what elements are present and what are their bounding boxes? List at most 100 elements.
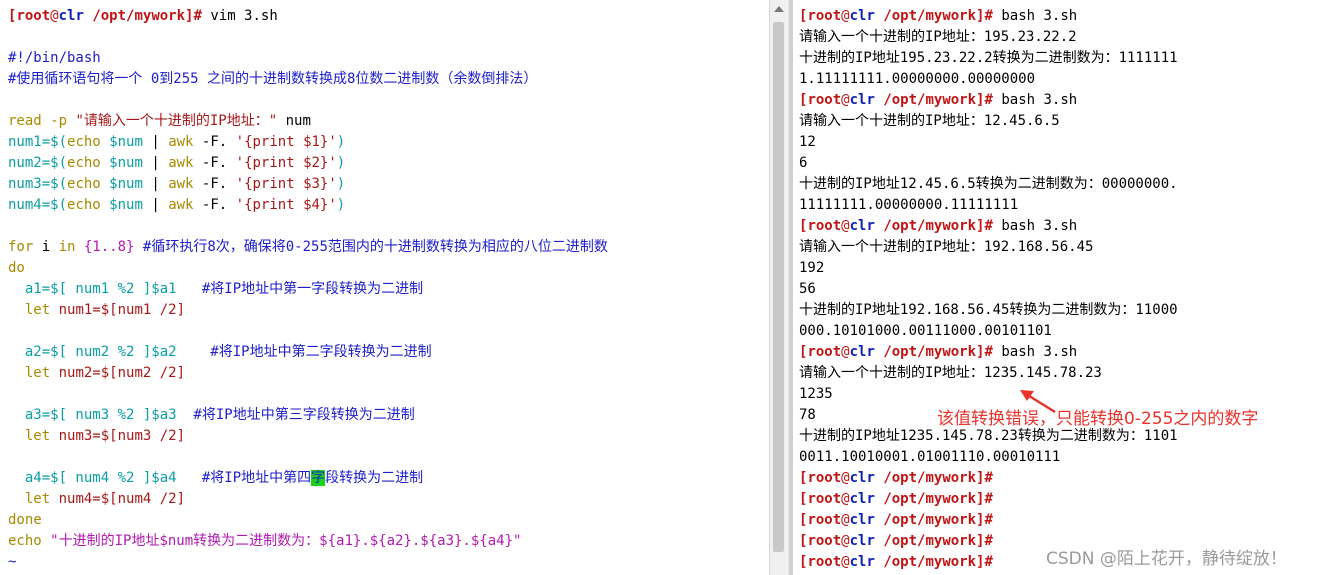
terminal-prompt-line: [root@clr /opt/mywork]# bash 3.sh: [799, 342, 1178, 363]
input-prompt-line: 请输入一个十进制的IP地址：192.168.56.45: [799, 239, 1094, 255]
code-done: done: [8, 512, 42, 528]
editor-pane[interactable]: [root@clr /opt/mywork]# vim 3.sh #!/bin/…: [0, 0, 769, 575]
prompt-close: ]#: [976, 218, 993, 234]
code-let-line: let num3=$[num3 /2]: [8, 428, 186, 444]
output-line: 1235: [799, 386, 833, 402]
prompt-at: @: [841, 512, 850, 528]
input-prompt-line: 请输入一个十进制的IP地址：12.45.6.5: [799, 113, 1060, 129]
vim-tilde: ~: [8, 554, 17, 570]
code-num-line: num2=$(echo $num | awk -F. '{print $2}'): [8, 155, 346, 171]
prompt-user: root: [807, 533, 842, 549]
prompt-close: ]#: [976, 533, 993, 549]
prompt-at: @: [841, 470, 850, 486]
prompt-user: root: [807, 218, 842, 234]
editor-scroll-thumb[interactable]: [773, 22, 784, 552]
code-let-line: let num2=$[num2 /2]: [8, 365, 186, 381]
prompt-at: @: [841, 344, 850, 360]
prompt-path: /opt/mywork: [883, 8, 977, 24]
code-a-line: a1=$[ num1 %2 ]$a1 #将IP地址中第一字段转换为二进制: [8, 281, 424, 297]
prompt-at: @: [841, 533, 850, 549]
prompt-path: /opt/mywork: [883, 491, 977, 507]
terminal-prompt-line: [root@clr /opt/mywork]#: [799, 489, 1178, 510]
prompt-at: @: [841, 92, 850, 108]
terminal-prompt-line: [root@clr /opt/mywork]# bash 3.sh: [799, 6, 1178, 27]
code-let-line: let num4=$[num4 /2]: [8, 491, 186, 507]
result-line: 11111111.00000000.11111111: [799, 197, 1019, 213]
terminal-lines: [root@clr /opt/mywork]# bash 3.sh 请输入一个十进…: [799, 6, 1178, 573]
code-num-line: num1=$(echo $num | awk -F. '{print $1}'): [8, 134, 346, 150]
prompt-host: clr: [849, 92, 875, 108]
code-arg: num: [277, 113, 311, 129]
prompt-host: clr: [849, 344, 875, 360]
prompt-path: /opt/mywork: [92, 8, 186, 24]
code-a-line: a3=$[ num3 %2 ]$a3 #将IP地址中第三字段转换为二进制: [8, 407, 415, 423]
cursor-highlight: 字: [311, 470, 326, 486]
prompt-host: clr: [849, 512, 875, 528]
result-line: 000.10101000.00111000.00101101: [799, 323, 1052, 339]
prompt-close: ]#: [976, 92, 993, 108]
code-read-line: read -p "请输入一个十进制的IP地址：" num: [8, 111, 608, 132]
terminal-prompt-line: [root@clr /opt/mywork]#: [799, 510, 1178, 531]
code-string: "请输入一个十进制的IP地址：": [75, 113, 278, 129]
prompt-user: root: [16, 8, 51, 24]
code-a-line: a4=$[ num4 %2 ]$a4 #将IP地址中第四字段转换为二进制: [8, 470, 424, 486]
output-line: 6: [799, 155, 808, 171]
prompt-command: bash 3.sh: [992, 218, 1078, 234]
prompt-host: clr: [849, 491, 875, 507]
prompt-close: ]#: [976, 344, 993, 360]
prompt-path: /opt/mywork: [883, 533, 977, 549]
editor-scrollbar[interactable]: [769, 0, 788, 575]
prompt-command: bash 3.sh: [992, 8, 1078, 24]
terminal-pane[interactable]: [root@clr /opt/mywork]# bash 3.sh 请输入一个十进…: [793, 0, 1323, 575]
prompt-user: root: [807, 92, 842, 108]
prompt-path: /opt/mywork: [883, 218, 977, 234]
input-prompt-line: 请输入一个十进制的IP地址：1235.145.78.23: [799, 365, 1102, 381]
code-num-line: num4=$(echo $num | awk -F. '{print $4}'): [8, 197, 346, 213]
prompt-path: /opt/mywork: [883, 344, 977, 360]
prompt-user: root: [807, 491, 842, 507]
scroll-up-arrow-icon[interactable]: [774, 6, 784, 12]
code-echo-line: echo "十进制的IP地址$num转换为二进制数为：${a1}.${a2}.$…: [8, 533, 522, 549]
prompt-at: @: [841, 554, 850, 570]
prompt-user: root: [807, 8, 842, 24]
prompt-path: /opt/mywork: [883, 554, 977, 570]
prompt-close: ]#: [976, 8, 993, 24]
result-line: 十进制的IP地址192.168.56.45转换为二进制数为：11000: [799, 302, 1178, 318]
prompt-user: root: [807, 512, 842, 528]
result-line: 0011.10010001.01001110.00010111: [799, 449, 1061, 465]
prompt-at: @: [841, 491, 850, 507]
prompt-close: ]#: [976, 554, 993, 570]
terminal-prompt-line: [root@clr /opt/mywork]# bash 3.sh: [799, 216, 1178, 237]
output-line: 12: [799, 134, 816, 150]
prompt-command: bash 3.sh: [992, 344, 1078, 360]
prompt-host: clr: [849, 470, 875, 486]
code-do: do: [8, 260, 25, 276]
prompt-at: @: [841, 218, 850, 234]
prompt-path: /opt/mywork: [883, 512, 977, 528]
prompt-user: root: [807, 344, 842, 360]
prompt-close: ]#: [976, 512, 993, 528]
prompt-host: clr: [849, 533, 875, 549]
output-line: 56: [799, 281, 816, 297]
prompt-user: root: [807, 470, 842, 486]
prompt-command: vim 3.sh: [201, 8, 278, 24]
terminal-prompt-line: [root@clr /opt/mywork]#: [799, 468, 1178, 489]
editor-prompt-line: [root@clr /opt/mywork]# vim 3.sh: [8, 6, 608, 27]
editor-lines: [root@clr /opt/mywork]# vim 3.sh #!/bin/…: [8, 6, 608, 573]
prompt-close: ]#: [185, 8, 202, 24]
code-for-line: for i in {1..8} #循环执行8次，确保将0-255范围内的十进制数…: [8, 239, 608, 255]
terminal-prompt-line: [root@clr /opt/mywork]# bash 3.sh: [799, 90, 1178, 111]
prompt-command: bash 3.sh: [992, 92, 1078, 108]
code-shebang: #!/bin/bash: [8, 50, 101, 66]
result-line: 1.11111111.00000000.00000000: [799, 71, 1036, 87]
prompt-host: clr: [849, 8, 875, 24]
prompt-close: ]#: [976, 470, 993, 486]
prompt-user: root: [807, 554, 842, 570]
prompt-path: /opt/mywork: [883, 92, 977, 108]
prompt-at: @: [841, 8, 850, 24]
prompt-host: clr: [58, 8, 84, 24]
